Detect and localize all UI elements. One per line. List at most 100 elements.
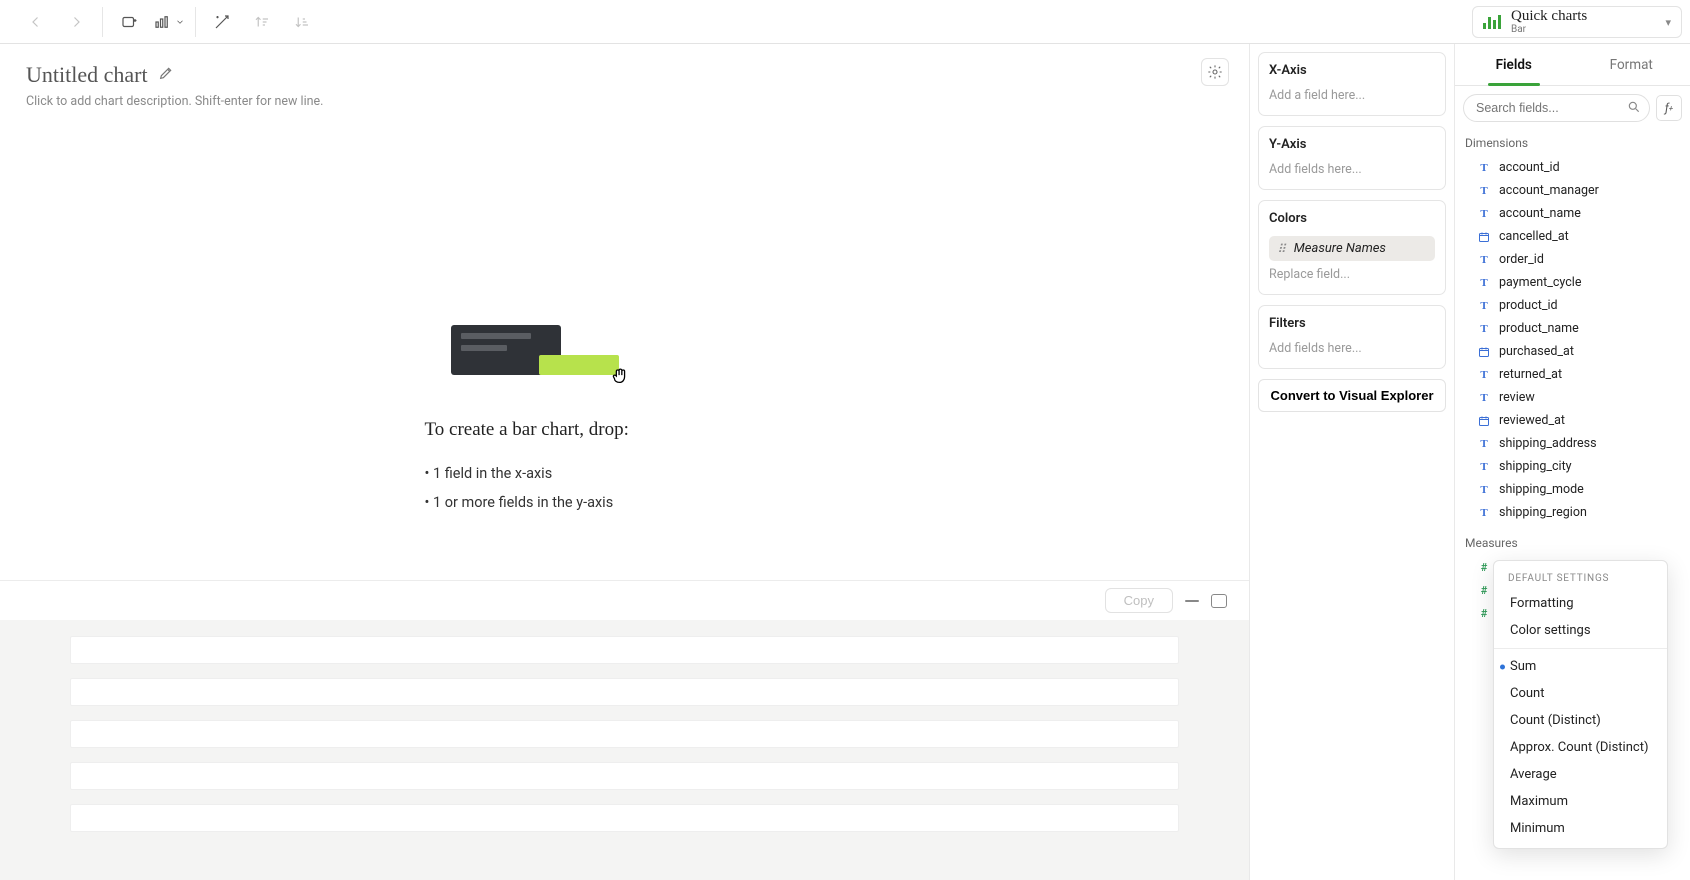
field-label: review — [1499, 390, 1535, 405]
zone-placeholder: Add fields here... — [1269, 162, 1435, 177]
top-toolbar — [0, 0, 1690, 44]
context-menu-item[interactable]: Average — [1494, 761, 1667, 788]
field-item[interactable]: Taccount_id — [1455, 156, 1690, 179]
convert-to-visual-explorer-button[interactable]: Convert to Visual Explorer — [1258, 379, 1446, 412]
field-item[interactable]: purchased_at — [1455, 340, 1690, 363]
text-type-icon: T — [1477, 184, 1491, 198]
field-label: shipping_city — [1499, 459, 1572, 474]
field-label: account_name — [1499, 206, 1581, 221]
field-label: cancelled_at — [1499, 229, 1569, 244]
text-type-icon: T — [1477, 299, 1491, 313]
table-row[interactable] — [70, 804, 1179, 832]
yaxis-dropzone[interactable]: Y-Axis Add fields here... — [1258, 126, 1446, 190]
chart-description[interactable]: Click to add chart description. Shift-en… — [26, 94, 1223, 109]
text-type-icon: T — [1477, 391, 1491, 405]
sort-asc-button[interactable] — [246, 6, 278, 38]
zone-placeholder: Replace field... — [1269, 267, 1435, 282]
context-menu-item[interactable]: Sum — [1494, 653, 1667, 680]
context-menu-item[interactable]: Formatting — [1494, 590, 1667, 617]
back-button[interactable] — [20, 6, 52, 38]
text-type-icon: T — [1477, 368, 1491, 382]
edit-title-icon[interactable] — [158, 65, 174, 85]
field-label: purchased_at — [1499, 344, 1574, 359]
chart-type-dropdown[interactable] — [153, 6, 185, 38]
field-label: product_id — [1499, 298, 1558, 313]
text-type-icon: T — [1477, 506, 1491, 520]
expand-icon[interactable] — [1211, 594, 1227, 608]
number-type-icon: # — [1477, 561, 1491, 575]
add-panel-button[interactable] — [113, 6, 145, 38]
field-item[interactable]: Tshipping_address — [1455, 432, 1690, 455]
colors-dropzone[interactable]: Colors ⠿ Measure Names Replace field... — [1258, 200, 1446, 295]
data-grid-area — [0, 620, 1249, 880]
zone-title: Colors — [1269, 211, 1435, 226]
field-label: account_manager — [1499, 183, 1599, 198]
field-label: product_name — [1499, 321, 1579, 336]
measure-context-menu: DEFAULT SETTINGS FormattingColor setting… — [1493, 560, 1668, 849]
add-field-button[interactable] — [206, 6, 238, 38]
forward-button[interactable] — [60, 6, 92, 38]
date-type-icon — [1477, 414, 1491, 428]
chevron-down-icon: ▾ — [1665, 16, 1671, 29]
field-item[interactable]: Tshipping_mode — [1455, 478, 1690, 501]
field-item[interactable]: Tshipping_region — [1455, 501, 1690, 524]
copy-button[interactable]: Copy — [1105, 588, 1173, 613]
context-menu-item[interactable]: Color settings — [1494, 617, 1667, 644]
tab-fields[interactable]: Fields — [1455, 44, 1573, 85]
table-row[interactable] — [70, 720, 1179, 748]
field-label: account_id — [1499, 160, 1560, 175]
chart-title[interactable]: Untitled chart — [26, 62, 148, 88]
search-fields-input[interactable] — [1464, 101, 1649, 115]
field-item[interactable]: Tproduct_id — [1455, 294, 1690, 317]
canvas-column: Untitled chart Click to add chart descri… — [0, 44, 1250, 880]
text-type-icon: T — [1477, 483, 1491, 497]
context-menu-item[interactable]: Maximum — [1494, 788, 1667, 815]
empty-state-title: To create a bar chart, drop: — [425, 419, 825, 441]
measure-names-pill[interactable]: ⠿ Measure Names — [1269, 236, 1435, 261]
field-label: reviewed_at — [1499, 413, 1565, 428]
search-icon — [1627, 100, 1641, 118]
field-item[interactable]: Torder_id — [1455, 248, 1690, 271]
field-label: shipping_region — [1499, 505, 1587, 520]
table-row[interactable] — [70, 678, 1179, 706]
tab-format[interactable]: Format — [1573, 44, 1690, 85]
table-row[interactable] — [70, 636, 1179, 664]
context-menu-item[interactable]: Approx. Count (Distinct) — [1494, 734, 1667, 761]
zone-title: Y-Axis — [1269, 137, 1435, 152]
field-label: returned_at — [1499, 367, 1562, 382]
field-item[interactable]: cancelled_at — [1455, 225, 1690, 248]
add-calculated-field-button[interactable]: ƒ+ — [1656, 95, 1682, 121]
date-type-icon — [1477, 345, 1491, 359]
xaxis-dropzone[interactable]: X-Axis Add a field here... — [1258, 52, 1446, 116]
field-item[interactable]: Tshipping_city — [1455, 455, 1690, 478]
field-item[interactable]: Taccount_name — [1455, 202, 1690, 225]
chart-settings-button[interactable] — [1201, 58, 1229, 86]
zone-placeholder: Add fields here... — [1269, 341, 1435, 356]
field-item[interactable]: reviewed_at — [1455, 409, 1690, 432]
context-menu-item[interactable]: Count (Distinct) — [1494, 707, 1667, 734]
field-item[interactable]: Treview — [1455, 386, 1690, 409]
context-menu-item[interactable]: Count — [1494, 680, 1667, 707]
field-item[interactable]: Taccount_manager — [1455, 179, 1690, 202]
grab-cursor-icon — [609, 365, 631, 392]
field-label: shipping_mode — [1499, 482, 1584, 497]
text-type-icon: T — [1477, 276, 1491, 290]
zone-title: Filters — [1269, 316, 1435, 331]
context-menu-item[interactable]: Minimum — [1494, 815, 1667, 842]
field-item[interactable]: Tproduct_name — [1455, 317, 1690, 340]
drag-handle-icon: ⠿ — [1277, 242, 1286, 256]
field-item[interactable]: Tpayment_cycle — [1455, 271, 1690, 294]
table-row[interactable] — [70, 762, 1179, 790]
number-type-icon: # — [1477, 607, 1491, 621]
dimensions-header: Dimensions — [1455, 130, 1690, 156]
filters-dropzone[interactable]: Filters Add fields here... — [1258, 305, 1446, 369]
quick-charts-subtitle: Bar — [1511, 24, 1665, 35]
empty-bullet: • 1 or more fields in the y-axis — [425, 488, 825, 517]
collapse-icon[interactable] — [1185, 600, 1199, 602]
field-label: shipping_address — [1499, 436, 1597, 451]
sort-desc-button[interactable] — [286, 6, 318, 38]
dropzone-panel: X-Axis Add a field here... Y-Axis Add fi… — [1250, 44, 1455, 880]
field-item[interactable]: Treturned_at — [1455, 363, 1690, 386]
number-type-icon: # — [1477, 584, 1491, 598]
quick-charts-selector[interactable]: Quick charts Bar ▾ — [1472, 6, 1682, 38]
